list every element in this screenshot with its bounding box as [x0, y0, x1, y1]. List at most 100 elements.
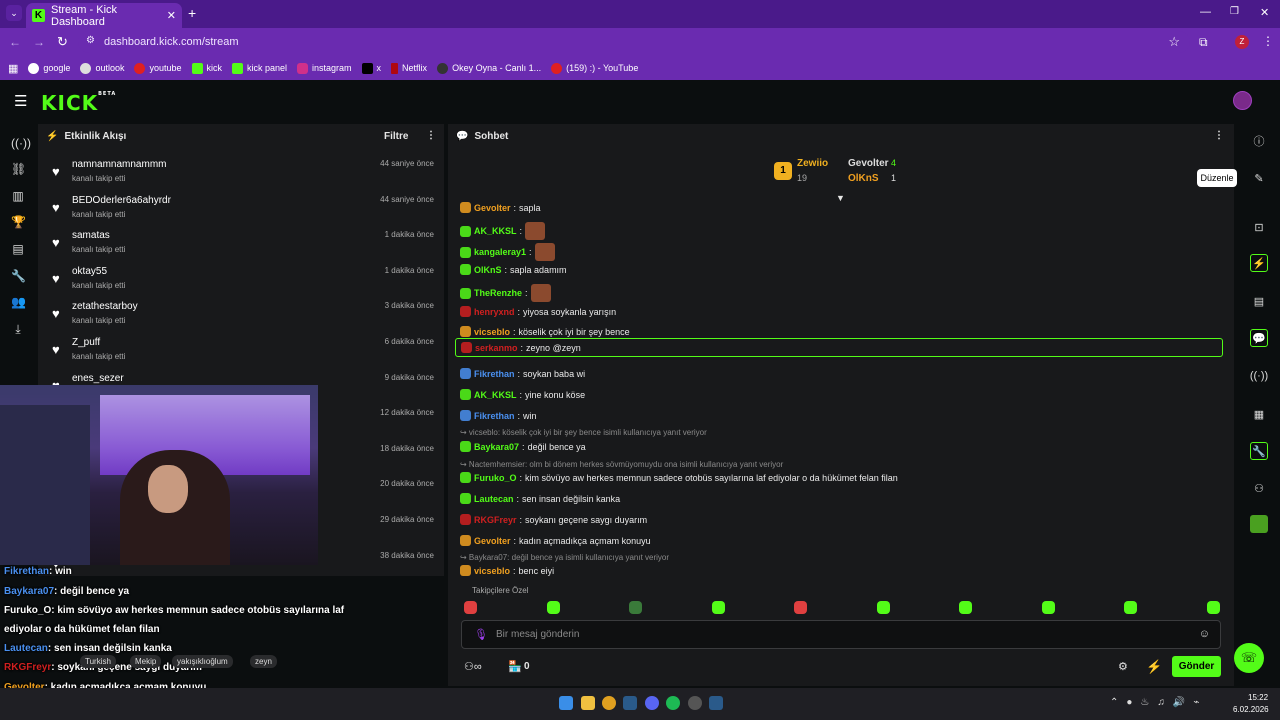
chrome-icon[interactable] — [602, 696, 616, 710]
minimize-button[interactable]: — — [1200, 6, 1211, 18]
site-info-icon[interactable]: ⚙ — [86, 35, 95, 46]
steam-icon[interactable] — [623, 696, 637, 710]
activity-more-icon[interactable]: ⋮ — [426, 130, 436, 141]
chat-input[interactable]: 🎙 Bir mesaj gönderin ☺ — [461, 620, 1221, 649]
activity-username[interactable]: BEDOderler6a6ahyrdr — [72, 195, 171, 206]
reply-context[interactable]: ↪ vicseblo: köselik çok iyi bir şey benc… — [460, 428, 707, 437]
back-icon[interactable]: ← — [9, 35, 21, 49]
share-icon[interactable]: ⚇ — [1250, 479, 1268, 497]
analytics-icon[interactable]: ▥ — [11, 189, 25, 203]
active-tab[interactable]: K Stream - Kick Dashboard ✕ — [26, 3, 182, 28]
close-window-button[interactable]: ✕ — [1260, 6, 1269, 19]
chat-username[interactable]: Furuko_O — [474, 473, 517, 483]
chat-username[interactable]: TheRenzhe — [474, 288, 522, 298]
notes-icon[interactable]: ▤ — [1250, 292, 1268, 310]
obs-icon[interactable] — [688, 696, 702, 710]
emote-icon[interactable] — [876, 601, 890, 614]
quick-actions-icon[interactable]: ⚡ — [1250, 254, 1268, 272]
expand-leaderboard-icon[interactable]: ▼ — [836, 193, 845, 203]
app-icon[interactable] — [709, 696, 723, 710]
link-icon[interactable]: ⛓ — [11, 162, 26, 176]
activity-username[interactable]: oktay55 — [72, 266, 107, 277]
bookmark-youtube[interactable]: youtube — [134, 62, 182, 74]
new-tab-button[interactable]: + — [188, 5, 196, 21]
restore-button[interactable]: ❐ — [1230, 6, 1239, 17]
chat-tools-icon[interactable]: ⚡ — [1146, 659, 1162, 675]
send-button[interactable]: Gönder — [1172, 656, 1221, 677]
info-icon[interactable]: ⓘ — [1250, 132, 1268, 150]
upload-icon[interactable]: ⤓ — [11, 322, 25, 336]
emote-icon[interactable] — [794, 601, 807, 614]
chat-username[interactable]: RKGFreyr — [474, 515, 517, 525]
profile-avatar[interactable]: Z — [1235, 35, 1249, 49]
users-icon[interactable]: 👥 — [11, 295, 26, 309]
support-chat-button[interactable]: ☏ — [1234, 643, 1264, 673]
chat-username[interactable]: vicseblo — [474, 566, 510, 576]
bookmark-netflix[interactable]: Netflix — [391, 62, 427, 74]
chat-username[interactable]: AK_KKSL — [474, 390, 517, 400]
activity-username[interactable]: namnamnamnammm — [72, 159, 166, 170]
emote-icon[interactable] — [629, 601, 642, 614]
extension-app-icon[interactable] — [1250, 515, 1268, 533]
start-icon[interactable] — [559, 696, 573, 710]
activity-username[interactable]: enes_sezer — [72, 373, 124, 384]
reload-icon[interactable]: ↻ — [57, 34, 68, 50]
stream-tag[interactable]: Mekip — [130, 655, 162, 668]
emote-icon[interactable] — [464, 601, 477, 614]
chat-username[interactable]: Baykara07 — [474, 442, 519, 452]
activity-username[interactable]: Z_puff — [72, 337, 100, 348]
edit-icon[interactable]: ✎ — [1250, 169, 1268, 187]
stream-tag[interactable]: Turkish — [80, 655, 116, 668]
chat-username[interactable]: Fikrethan — [474, 369, 515, 379]
activity-username[interactable]: zetathestarboy — [72, 301, 138, 312]
bookmark-star-icon[interactable]: ☆ — [1168, 34, 1180, 50]
stream-tag[interactable]: zeyn — [250, 655, 277, 668]
forward-icon[interactable]: → — [33, 35, 45, 49]
chat-username[interactable]: Lautecan — [474, 494, 514, 504]
user-avatar[interactable] — [1233, 91, 1252, 110]
chat-more-icon[interactable]: ⋮ — [1214, 130, 1224, 141]
kick-logo[interactable]: KICKBETA — [41, 91, 116, 115]
bookmark-kick[interactable]: kick — [191, 62, 222, 74]
chat-username[interactable]: Gevolter — [474, 536, 511, 546]
live-icon[interactable]: ((·)) — [11, 136, 31, 150]
chat-username[interactable]: serkanmo — [475, 343, 518, 353]
chat-toggle-icon[interactable]: 💬 — [1250, 329, 1268, 347]
bookmark-google[interactable]: google — [28, 62, 70, 74]
tab-search-button[interactable]: ⌄ — [6, 5, 22, 21]
chat-username[interactable]: AK_KKSL — [474, 226, 517, 236]
stream-tag[interactable]: yakışıklıoğlum — [172, 655, 233, 668]
tools-icon[interactable]: 🔧 — [1250, 442, 1268, 460]
extensions-icon[interactable]: ⧉ — [1199, 35, 1208, 50]
chat-username[interactable]: OlKnS — [474, 265, 502, 275]
users-infinity-icon[interactable]: ⚇∞ — [464, 660, 482, 673]
bookmark-outlook[interactable]: outlook — [80, 62, 124, 74]
emote-icon[interactable] — [1206, 601, 1220, 614]
reply-context[interactable]: ↪ Baykara07: değil bence ya isimli kulla… — [460, 553, 669, 562]
emote-icon[interactable] — [959, 601, 972, 614]
file-explorer-icon[interactable] — [581, 696, 595, 710]
tray-icons[interactable]: ⌃●♨♫🔊⌁ — [1110, 697, 1207, 708]
close-tab-icon[interactable]: ✕ — [167, 9, 176, 22]
emote-icon[interactable] — [546, 601, 560, 614]
emoji-icon[interactable]: ☺ — [1199, 628, 1210, 640]
layout-icon[interactable]: ▦ — [1250, 405, 1268, 423]
bookmark-youtube-159[interactable]: (159) :) - YouTube — [551, 62, 638, 74]
chat-username[interactable]: henryxnd — [474, 307, 515, 317]
capture-icon[interactable]: ⊡ — [1250, 218, 1268, 236]
wrench-icon[interactable]: 🔧 — [11, 269, 26, 283]
broadcast-icon[interactable]: ((·)) — [1250, 367, 1268, 385]
discord-icon[interactable] — [645, 696, 659, 710]
chat-username[interactable]: kangaleray1 — [474, 247, 526, 257]
bookmark-okey[interactable]: Okey Oyna - Canlı 1... — [437, 62, 541, 74]
bookmark-instagram[interactable]: instagram — [297, 62, 352, 74]
spotify-icon[interactable] — [666, 696, 680, 710]
trophy-icon[interactable]: 🏆 — [11, 215, 26, 229]
emote-icon[interactable] — [711, 601, 725, 614]
activity-username[interactable]: samatas — [72, 230, 110, 241]
store-icon[interactable]: 🏪 — [508, 660, 522, 673]
bookmark-kick-panel[interactable]: kick panel — [232, 62, 287, 74]
bookmark-x[interactable]: x — [361, 62, 381, 74]
chat-username[interactable]: vicseblo — [474, 327, 510, 337]
chat-username[interactable]: Gevolter — [474, 203, 511, 213]
